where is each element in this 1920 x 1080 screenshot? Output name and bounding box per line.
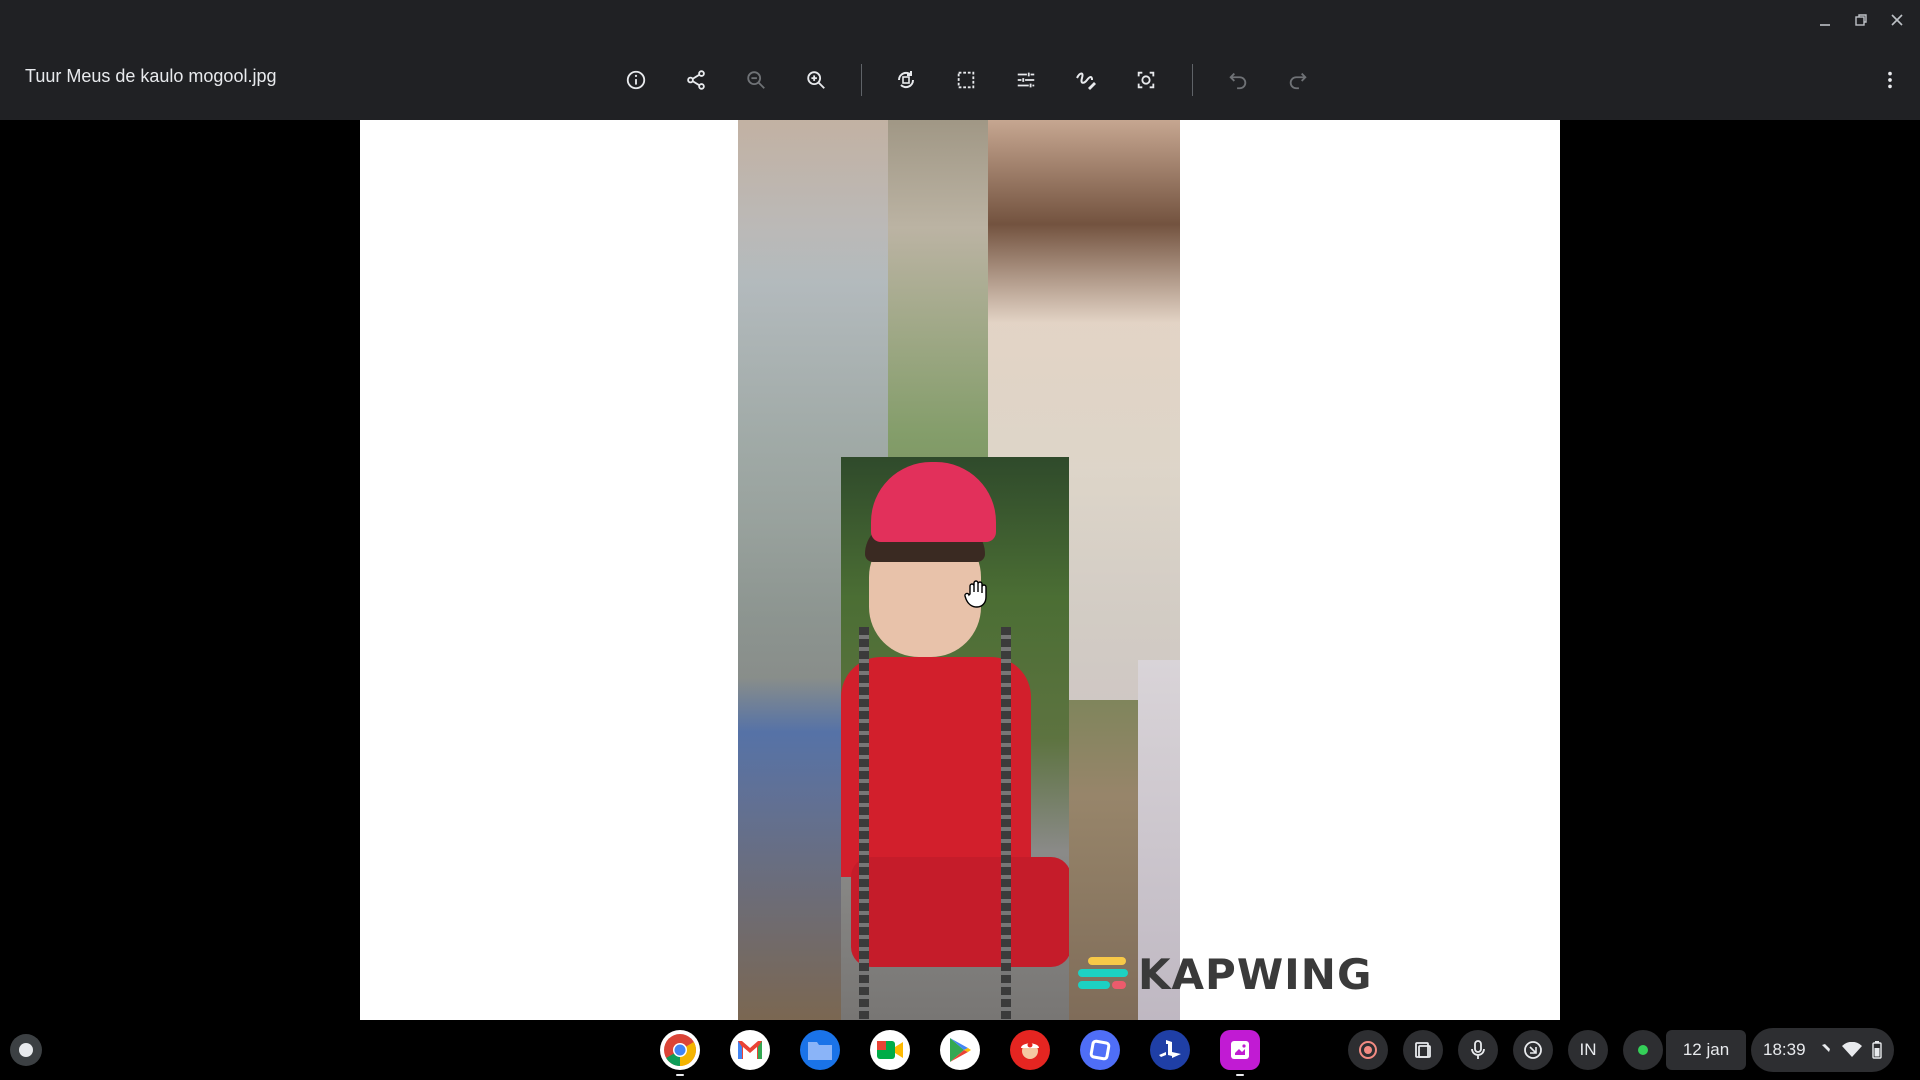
rescale-button[interactable] — [1126, 60, 1166, 100]
rotate-icon — [897, 71, 915, 89]
minimize-icon — [1820, 24, 1830, 26]
battery-icon — [1871, 1041, 1882, 1059]
crop-icon — [957, 71, 975, 89]
running-indicator — [1236, 1074, 1244, 1076]
redo-button[interactable] — [1278, 60, 1318, 100]
draw-icon — [1076, 72, 1096, 90]
file-name: Tuur Meus de kaulo mogool.jpg — [25, 66, 277, 86]
zoom-in-button[interactable] — [796, 60, 836, 100]
shelf-app-files[interactable] — [800, 1030, 840, 1070]
zoom-out-icon — [747, 71, 765, 89]
playstation-icon — [1159, 1040, 1181, 1058]
shelf: IN 12 jan 18:39 — [0, 1020, 1920, 1080]
square-app-icon — [1089, 1039, 1111, 1061]
status-area[interactable]: 18:39 — [1751, 1028, 1894, 1072]
image-canvas[interactable]: KAPWING — [360, 120, 1560, 1020]
crop-button[interactable] — [946, 60, 986, 100]
screen-record-button[interactable] — [1348, 1030, 1388, 1070]
toolbar-divider — [861, 64, 862, 96]
holding-space-button[interactable] — [1403, 1030, 1443, 1070]
share-icon — [687, 70, 705, 90]
photo-subject-cap — [871, 462, 996, 542]
do-not-disturb-icon — [1818, 1044, 1830, 1055]
rotate-button[interactable] — [886, 60, 926, 100]
hand-cursor-icon — [964, 580, 987, 608]
title-bar — [0, 0, 1920, 40]
play-store-icon — [950, 1038, 971, 1062]
photo-content — [738, 120, 1180, 1020]
mario-icon — [1021, 1042, 1039, 1059]
more-vert-icon — [1888, 71, 1892, 89]
info-button[interactable] — [616, 60, 656, 100]
close-button[interactable] — [1882, 6, 1912, 34]
minimize-button[interactable] — [1810, 6, 1840, 34]
privacy-indicator — [1623, 1030, 1663, 1070]
wifi-icon — [1841, 1042, 1862, 1057]
shelf-app-gmail[interactable] — [730, 1030, 770, 1070]
swing-chain — [1001, 627, 1011, 1020]
time-label: 18:39 — [1763, 1040, 1806, 1059]
image-viewer[interactable]: KAPWING — [0, 120, 1920, 1020]
launcher-button[interactable] — [10, 1034, 42, 1066]
meet-icon — [877, 1041, 903, 1059]
date-label: 12 jan — [1682, 1040, 1730, 1059]
watermark-logo: KAPWING — [1078, 950, 1372, 999]
lens-icon — [1137, 71, 1155, 89]
tune-icon — [1017, 72, 1035, 88]
accessibility-icon — [1524, 1041, 1542, 1059]
chrome-icon — [664, 1034, 696, 1066]
kapwing-logo-icon — [1078, 956, 1128, 993]
shelf-app-chrome[interactable] — [660, 1030, 700, 1076]
clipboard-icon — [1415, 1042, 1431, 1058]
green-dot-icon — [1638, 1045, 1648, 1055]
input-method-button[interactable]: IN — [1568, 1030, 1608, 1070]
info-icon — [626, 70, 646, 90]
files-icon — [808, 1042, 832, 1060]
restore-button[interactable] — [1846, 6, 1876, 34]
watermark-text: KAPWING — [1138, 950, 1373, 999]
restore-icon — [1855, 14, 1867, 26]
swing-chain — [859, 627, 869, 1020]
photo-inset — [841, 457, 1069, 1020]
adjust-button[interactable] — [1006, 60, 1046, 100]
running-indicator — [676, 1074, 684, 1076]
select-to-speak-button[interactable] — [1513, 1030, 1553, 1070]
gmail-icon — [738, 1041, 762, 1059]
dictation-button[interactable] — [1458, 1030, 1498, 1070]
redo-icon — [1289, 72, 1307, 90]
zoom-in-icon — [807, 71, 825, 89]
shelf-app-meet[interactable] — [870, 1030, 910, 1070]
undo-button[interactable] — [1218, 60, 1258, 100]
date-tray[interactable]: 12 jan — [1666, 1030, 1746, 1070]
zoom-out-button[interactable] — [736, 60, 776, 100]
shelf-app-mario[interactable] — [1010, 1030, 1050, 1070]
shelf-app-blue[interactable] — [1080, 1030, 1120, 1070]
launcher-icon — [19, 1043, 33, 1057]
toolbar-divider — [1192, 64, 1193, 96]
undo-icon — [1229, 72, 1247, 90]
gallery-toolbar: Tuur Meus de kaulo mogool.jpg — [0, 40, 1920, 120]
more-button[interactable] — [1870, 60, 1910, 100]
record-icon — [1359, 1041, 1377, 1059]
input-method-label: IN — [1579, 1040, 1597, 1059]
window-controls — [1810, 6, 1912, 34]
shelf-app-playstation[interactable] — [1150, 1030, 1190, 1070]
shelf-app-gallery[interactable] — [1220, 1030, 1260, 1076]
close-icon — [1891, 14, 1903, 26]
share-button[interactable] — [676, 60, 716, 100]
annotate-button[interactable] — [1066, 60, 1106, 100]
photo-subject-shorts — [851, 857, 1069, 967]
gallery-icon — [1231, 1041, 1249, 1059]
microphone-icon — [1471, 1040, 1485, 1059]
shelf-app-play-store[interactable] — [940, 1030, 980, 1070]
